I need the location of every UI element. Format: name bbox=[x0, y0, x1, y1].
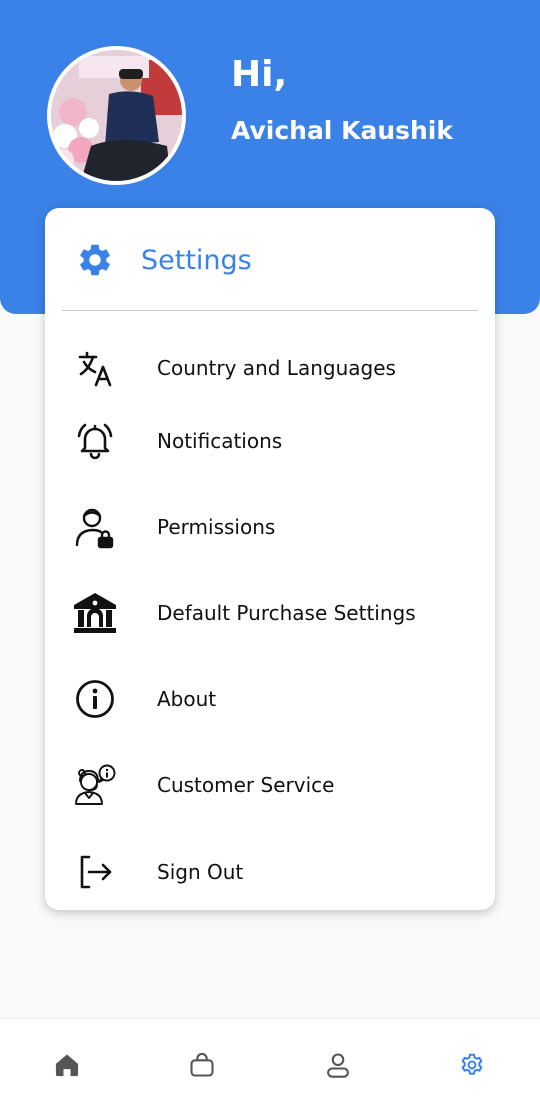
menu-label: About bbox=[157, 687, 217, 711]
menu-label: Notifications bbox=[157, 429, 283, 453]
divider bbox=[62, 310, 478, 311]
avatar[interactable] bbox=[47, 46, 186, 185]
nav-profile[interactable] bbox=[318, 1051, 358, 1091]
sign-out-icon bbox=[80, 855, 112, 889]
user-lock-icon bbox=[75, 508, 114, 549]
menu-item-customer-service[interactable]: Customer Service bbox=[45, 755, 495, 815]
menu-item-country-languages[interactable]: Country and Languages bbox=[45, 338, 495, 398]
menu-item-sign-out[interactable]: Sign Out bbox=[45, 842, 495, 902]
menu-item-about[interactable]: About bbox=[45, 669, 495, 729]
nav-home[interactable] bbox=[47, 1051, 87, 1091]
menu-label: Sign Out bbox=[157, 860, 244, 884]
greeting-text: Hi, bbox=[231, 54, 288, 95]
menu-item-default-purchase[interactable]: Default Purchase Settings bbox=[45, 583, 495, 643]
home-icon bbox=[55, 1054, 79, 1077]
menu-label: Default Purchase Settings bbox=[157, 601, 416, 625]
gear-icon bbox=[80, 244, 110, 276]
settings-card-header: Settings bbox=[45, 208, 495, 311]
menu-label: Customer Service bbox=[157, 773, 335, 797]
settings-card: Settings Country and Languages Notificat… bbox=[45, 208, 495, 910]
info-icon bbox=[76, 680, 114, 718]
shopping-bag-icon bbox=[190, 1052, 214, 1077]
user-icon bbox=[327, 1053, 349, 1078]
bell-icon bbox=[77, 423, 113, 460]
settings-title: Settings bbox=[141, 245, 252, 276]
avatar-photo bbox=[51, 50, 182, 181]
menu-item-permissions[interactable]: Permissions bbox=[45, 497, 495, 557]
settings-gear-icon bbox=[461, 1053, 483, 1075]
nav-settings[interactable] bbox=[452, 1051, 492, 1091]
nav-shop[interactable] bbox=[182, 1051, 222, 1091]
support-agent-icon bbox=[75, 764, 116, 805]
bottom-navigation bbox=[0, 1018, 540, 1103]
menu-label: Permissions bbox=[157, 515, 276, 539]
menu-item-notifications[interactable]: Notifications bbox=[45, 411, 495, 471]
bank-icon bbox=[74, 593, 116, 633]
user-name: Avichal Kaushik bbox=[231, 116, 453, 145]
translate-icon bbox=[78, 351, 112, 387]
menu-label: Country and Languages bbox=[157, 356, 396, 380]
